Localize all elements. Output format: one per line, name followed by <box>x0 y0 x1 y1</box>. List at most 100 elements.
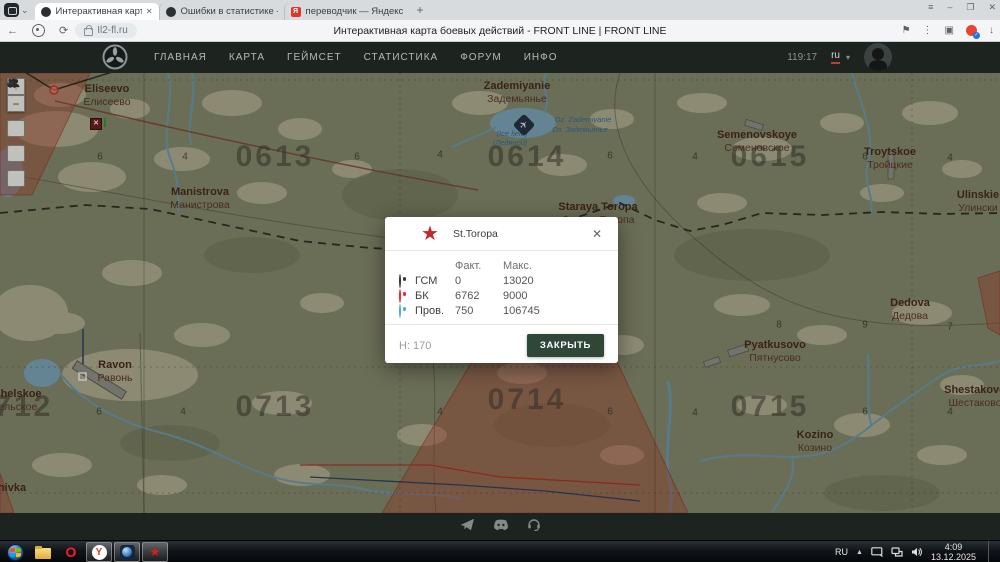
window-close-icon[interactable]: ✕ <box>988 2 996 13</box>
map-town-label[interactable]: Ravon Равонь <box>97 359 132 385</box>
browser-logo-icon[interactable] <box>4 3 19 17</box>
discord-icon[interactable] <box>493 518 509 536</box>
il2-app-taskbar-icon[interactable]: ★ <box>142 542 168 562</box>
support-headset-icon[interactable] <box>527 518 541 536</box>
tab-favicon-icon: Я <box>291 7 301 17</box>
map-town-label[interactable]: Semenovskoye Семеновское <box>717 129 797 155</box>
window-restore-icon[interactable]: ❐ <box>966 2 974 13</box>
profile-icon[interactable] <box>32 24 45 37</box>
map-town-label[interactable]: Shestakovo Шестаково <box>944 384 1000 410</box>
resource-fact: 6762 <box>455 290 503 302</box>
chevron-down-icon[interactable]: ⌄ <box>21 5 29 16</box>
tab-close-icon[interactable]: ✕ <box>146 7 153 16</box>
layers-settings-button[interactable] <box>7 170 25 187</box>
map-town-label[interactable]: Pyatkusovo Пятнусово <box>744 339 806 365</box>
km-number: 6 <box>607 151 613 162</box>
grid-cell-number: 0714 <box>488 383 567 417</box>
map-town-label[interactable]: Dedova Дедова <box>890 297 930 323</box>
mission-timer: 119:17 <box>787 52 817 63</box>
browser-address-bar: ← ⟳ Il2-fl.ru Интерактивная карта боевых… <box>0 20 1000 42</box>
download-icon[interactable]: ↓ <box>989 25 994 36</box>
km-number: 6 <box>97 152 103 163</box>
nav-item[interactable]: КАРТА <box>229 52 265 63</box>
tray-clock[interactable]: 4:09 13.12.2025 <box>931 542 976 562</box>
map-town-label[interactable]: Zademiyanie Задемьянье <box>484 80 551 106</box>
resource-label: ГСМ <box>415 275 455 287</box>
modal-close-icon[interactable]: ✕ <box>590 225 604 243</box>
resource-fact: 0 <box>455 275 503 287</box>
map-town-label[interactable]: hivka <box>0 482 26 495</box>
close-button[interactable]: ЗАКРЫТЬ <box>527 334 604 357</box>
tray-tablet-icon[interactable] <box>871 547 883 557</box>
resource-icon <box>399 304 401 318</box>
yandex-browser-taskbar-icon[interactable]: Y <box>86 542 112 562</box>
show-desktop-button[interactable] <box>988 541 994 562</box>
extensions-icon[interactable]: ▣ <box>945 25 954 36</box>
tray-language[interactable]: RU <box>835 547 848 557</box>
water-label: Оз. Задемьянье <box>552 125 608 134</box>
browser-tab[interactable]: Интерактивная карта ✕ <box>35 3 159 20</box>
zoom-out-button[interactable]: − <box>7 95 25 112</box>
km-number: 4 <box>437 150 443 161</box>
back-icon[interactable]: ← <box>7 25 18 37</box>
translator-extension-icon[interactable] <box>966 25 977 36</box>
resource-max: 106745 <box>503 305 563 317</box>
front-line-marker <box>50 86 58 94</box>
refresh-icon[interactable]: ⟳ <box>59 24 68 37</box>
players-layer-button[interactable] <box>7 145 25 162</box>
nav-item[interactable]: СТАТИСТИКА <box>364 52 439 63</box>
tray-network-icon[interactable] <box>891 547 903 557</box>
start-button[interactable] <box>2 542 28 562</box>
screen: ⌄ Интерактивная карта ✕ Ошибки в статист… <box>0 0 1000 562</box>
km-number: 6 <box>96 407 102 418</box>
resource-fact: 750 <box>455 305 503 317</box>
telegram-icon[interactable] <box>460 518 475 536</box>
blue-app-taskbar-icon[interactable] <box>114 542 140 562</box>
km-number: 6 <box>862 407 868 418</box>
browser-tab[interactable]: Я переводчик — Яндекс: н ✕ <box>284 3 409 20</box>
km-number: 6 <box>354 152 360 163</box>
km-number: 4 <box>182 152 188 163</box>
user-avatar[interactable] <box>864 43 892 71</box>
map-town-label[interactable]: Manistrova Манистрова <box>170 186 229 212</box>
site-logo-icon[interactable] <box>102 44 128 70</box>
nav-item[interactable]: ГЛАВНАЯ <box>154 52 207 63</box>
km-number: 6 <box>607 407 613 418</box>
km-number: 4 <box>947 153 953 164</box>
opera-taskbar-icon[interactable]: O <box>58 542 84 562</box>
bookmark-icon[interactable]: ⚑ <box>902 25 911 36</box>
destroyed-target-icon[interactable]: ✕ <box>90 118 102 130</box>
column-max: Макс. <box>503 260 563 272</box>
modal-title: St.Toropa <box>453 228 590 240</box>
km-number: 9 <box>862 320 868 331</box>
nav-item[interactable]: ГЕЙМСЕТ <box>287 52 342 63</box>
map-town-label[interactable]: shelskoe ельское <box>0 388 42 414</box>
site-header: ГЛАВНАЯ КАРТА ГЕЙМСЕТ СТАТИСТИКА ФОРУМ ИНФО 1… <box>0 41 1000 73</box>
map-town-label[interactable]: Eliseevo Елисеево <box>83 83 130 109</box>
nav-item[interactable]: ФОРУМ <box>460 52 502 63</box>
resource-icon <box>399 289 401 303</box>
resource-max: 13020 <box>503 275 563 287</box>
tab-favicon-icon <box>166 7 176 17</box>
browser-tab[interactable]: Ошибки в статистике - С ✕ <box>159 3 284 20</box>
weather-layer-button[interactable] <box>7 120 25 137</box>
tray-expand-icon[interactable]: ▲ <box>856 549 863 556</box>
new-tab-button[interactable]: + <box>417 3 424 17</box>
resource-max: 9000 <box>503 290 563 302</box>
km-number: 4 <box>180 407 186 418</box>
window-menu-icon[interactable]: ≡ <box>928 2 933 13</box>
page-title: Интерактивная карта боевых действий - FR… <box>333 25 666 37</box>
window-minimize-icon[interactable]: – <box>947 2 952 13</box>
language-selector[interactable]: ru <box>831 50 840 64</box>
map-town-label[interactable]: Ulinskie Улински <box>957 189 999 215</box>
site-nav: ГЛАВНАЯ КАРТА ГЕЙМСЕТ СТАТИСТИКА ФОРУМ ИНФО <box>154 52 558 63</box>
nav-item[interactable]: ИНФО <box>524 52 558 63</box>
map-town-label[interactable]: Kozino Козино <box>797 429 834 455</box>
resource-row: Пров. 750 106745 <box>399 303 604 318</box>
url-field[interactable]: Il2-fl.ru <box>75 23 137 38</box>
explorer-taskbar-icon[interactable] <box>30 542 56 562</box>
more-menu-icon[interactable]: ⋮ <box>923 25 933 36</box>
km-number: 4 <box>692 152 698 163</box>
map-town-label[interactable]: Troytskoe Тройцкие <box>864 146 916 172</box>
tray-volume-icon[interactable] <box>911 547 923 557</box>
